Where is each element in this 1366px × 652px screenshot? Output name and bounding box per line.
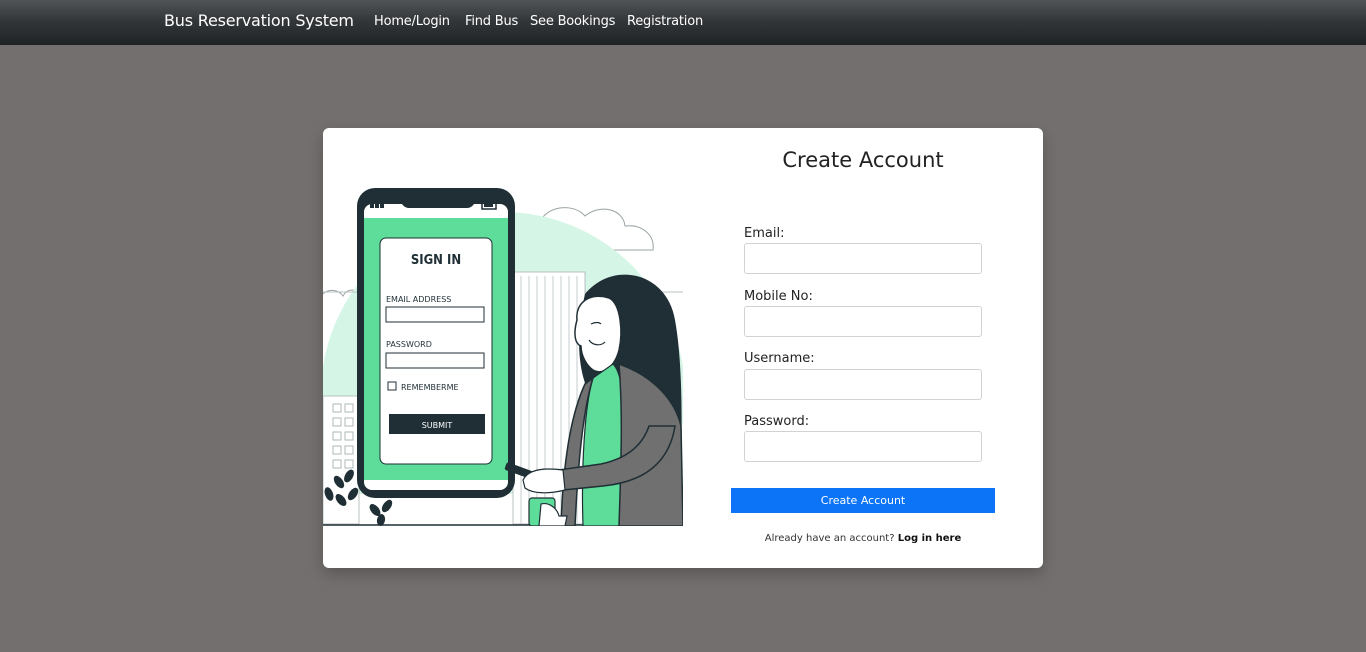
create-account-card: SIGN IN EMAIL ADDRESS PASSWORD REMEMBERM… — [323, 128, 1043, 568]
email-label: Email: — [744, 226, 785, 241]
nav-link-registration[interactable]: Registration — [627, 14, 703, 29]
login-prompt: Already have an account? Log in here — [731, 533, 995, 544]
illustration-submit-label: SUBMIT — [422, 421, 453, 430]
illustration-email-label: EMAIL ADDRESS — [386, 295, 451, 304]
login-link[interactable]: Log in here — [898, 533, 962, 544]
illustration-remember-label: REMEMBERME — [401, 383, 459, 392]
username-input[interactable] — [744, 369, 982, 400]
login-prompt-text: Already have an account? — [764, 533, 895, 544]
nav-link-see-bookings[interactable]: See Bookings — [530, 14, 615, 29]
nav-link-home-login[interactable]: Home/Login — [374, 14, 450, 29]
illustration-sign-in-title: SIGN IN — [411, 253, 461, 268]
mobile-input[interactable] — [744, 306, 982, 337]
create-account-button[interactable]: Create Account — [731, 488, 995, 513]
brand-link[interactable]: Bus Reservation System — [164, 11, 354, 30]
email-input[interactable] — [744, 243, 982, 274]
navbar: Bus Reservation System Home/Login Find B… — [0, 0, 1366, 45]
form-title: Create Account — [782, 148, 944, 172]
illustration-password-label: PASSWORD — [386, 340, 432, 349]
sign-in-illustration: SIGN IN EMAIL ADDRESS PASSWORD REMEMBERM… — [323, 188, 683, 526]
password-input[interactable] — [744, 431, 982, 462]
mobile-label: Mobile No: — [744, 289, 813, 304]
password-label: Password: — [744, 414, 810, 429]
username-label: Username: — [744, 351, 815, 366]
nav-link-find-bus[interactable]: Find Bus — [465, 14, 518, 29]
